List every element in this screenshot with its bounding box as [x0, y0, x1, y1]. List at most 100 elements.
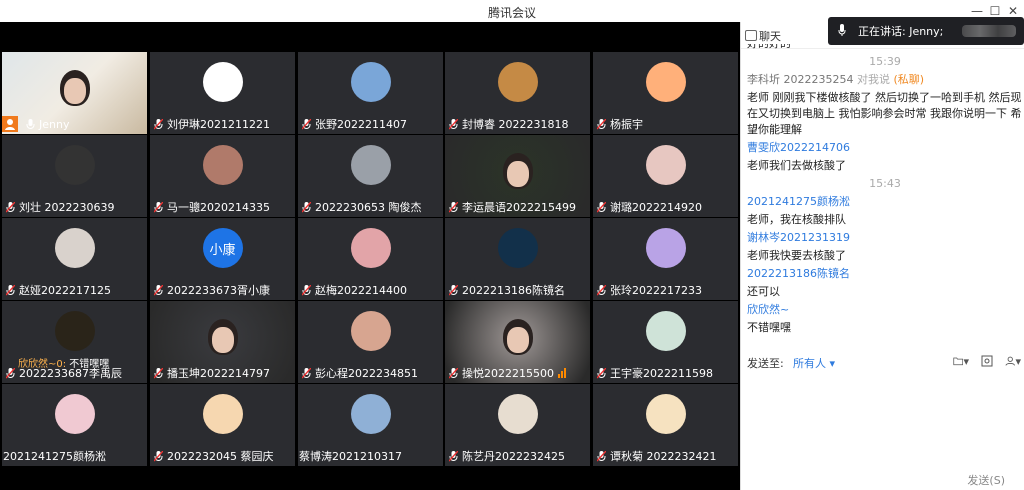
participant-tile[interactable]: 马一骢2020214335 — [150, 135, 295, 217]
recipient-dropdown[interactable]: 所有人 ▾ — [793, 355, 835, 371]
participant-tile[interactable]: 彭心程2022234851 — [298, 301, 443, 383]
participant-name: 王宇豪2022211598 — [610, 367, 713, 380]
participant-avatar — [645, 228, 686, 268]
participant-avatar — [202, 62, 243, 102]
message-sender[interactable]: 2021241275颜杨淞 — [747, 194, 1023, 210]
participant-tile[interactable]: 操悦2022215500 — [445, 301, 590, 383]
message-body: 老师，我在核酸排队 — [747, 212, 1023, 228]
message-body: 不错嘿嘿 — [747, 320, 1023, 336]
participant-tile[interactable]: 封博睿 2022231818 — [445, 52, 590, 134]
participant-namebar: 赵梅2022214400 — [298, 282, 407, 298]
participant-namebar: 播玉坤2022214797 — [150, 365, 270, 381]
microphone-muted-icon — [6, 367, 15, 379]
participant-namebar: 张玲2022217233 — [593, 282, 702, 298]
participant-name: 操悦2022215500 — [462, 367, 554, 380]
participant-avatar — [54, 394, 95, 434]
chat-panel: 聊天 正在讲话: Jenny; 好的好的 15:39 李科圻 2022235254 … — [740, 17, 1024, 490]
microphone-muted-icon — [597, 450, 606, 462]
participant-tile[interactable]: 赵梅2022214400 — [298, 218, 443, 300]
participant-name: 谢璐2022214920 — [610, 201, 702, 214]
participant-name: 2022230653 陶俊杰 — [315, 201, 422, 214]
message-sender[interactable]: 谢林岑2021231319 — [747, 230, 1023, 246]
microphone-icon — [26, 118, 35, 130]
microphone-muted-icon — [154, 201, 163, 213]
participant-namebar: 2022233673胥小康 — [150, 282, 270, 298]
message-text: 老师 刚刚我下楼做核酸了 然后切换了一哈到手机 然后现在又切换到电脑上 我怕影响… — [747, 91, 1022, 136]
send-to-bar: 发送至: 所有人 ▾ ▾ ▾ — [741, 350, 1024, 374]
participant-tile[interactable]: 赵娅2022217125 — [2, 218, 147, 300]
participant-name: 蔡博涛2021210317 — [299, 450, 402, 463]
participant-name: 赵娅2022217125 — [19, 284, 111, 297]
message-text: 好的好的 — [747, 44, 791, 50]
message-list[interactable]: 好的好的 15:39 李科圻 2022235254 对我说 (私聊) 老师 刚刚我下楼… — [747, 44, 1023, 350]
participant-namebar: 谢璐2022214920 — [593, 199, 702, 215]
participant-avatar — [202, 145, 243, 185]
sender-name[interactable]: 2022213186陈镜名 — [747, 267, 850, 280]
microphone-muted-icon — [597, 118, 606, 130]
participant-avatar — [497, 62, 538, 102]
participant-tile[interactable]: 陈艺丹2022232425 — [445, 384, 590, 466]
message-sender[interactable]: 曹雯欣2022214706 — [747, 140, 1023, 156]
participant-tile[interactable]: 王宇豪2022211598 — [593, 301, 738, 383]
message-body: 老师 刚刚我下楼做核酸了 然后切换了一哈到手机 然后现在又切换到电脑上 我怕影响… — [747, 90, 1023, 138]
message-timestamp: 15:39 — [747, 54, 1023, 70]
participant-tile[interactable]: 李运晨语2022215499 — [445, 135, 590, 217]
participant-tile[interactable]: 杨振宇 — [593, 52, 738, 134]
message-sender[interactable]: 欣欣然~ — [747, 302, 1023, 318]
participant-avatar — [645, 145, 686, 185]
participant-tile[interactable]: 播玉坤2022214797 — [150, 301, 295, 383]
participant-tile[interactable]: 欣欣然~0: 不错嘿嘿 2022233687李禹辰 — [2, 301, 147, 383]
sender-name[interactable]: 曹雯欣2022214706 — [747, 141, 850, 154]
person-face — [211, 327, 234, 353]
microphone-muted-icon — [597, 284, 606, 296]
participant-name: 马一骢2020214335 — [167, 201, 270, 214]
sender-name[interactable]: 2021241275颜杨淞 — [747, 195, 850, 208]
screenshot-icon[interactable] — [979, 354, 995, 368]
participant-name: 2022232045 蔡园庆 — [167, 450, 274, 463]
participant-name: 2022213186陈镜名 — [462, 284, 565, 297]
speaking-text: 正在讲话: Jenny; — [858, 25, 944, 38]
timestamp-text: 15:39 — [869, 55, 901, 68]
sender-name[interactable]: 谢林岑2021231319 — [747, 231, 850, 244]
participant-tile[interactable]: 小康 2022233673胥小康 — [150, 218, 295, 300]
participant-tile[interactable]: 张野2022211407 — [298, 52, 443, 134]
microphone-muted-icon — [6, 201, 15, 213]
participant-grid: Jenny 刘伊琳2021211221 张野2022211407 封博睿 202223… — [2, 52, 738, 487]
participant-namebar: 刘壮 2022230639 — [2, 199, 114, 215]
participant-tile[interactable]: Jenny — [2, 52, 147, 134]
person-face — [506, 161, 529, 187]
participant-tile[interactable]: 蔡博涛2021210317 — [298, 384, 443, 466]
participant-tile[interactable]: 谢璐2022214920 — [593, 135, 738, 217]
person-face — [506, 327, 529, 353]
participant-name: 杨振宇 — [610, 118, 643, 131]
chat-title: 聊天 — [759, 30, 781, 43]
chat-input[interactable]: 发送(S) — [741, 374, 1024, 490]
participant-namebar: 2022213186陈镜名 — [445, 282, 565, 298]
participant-tile[interactable]: 2022213186陈镜名 — [445, 218, 590, 300]
send-button[interactable]: 发送(S) — [967, 472, 1005, 488]
message-body: 好的好的 — [747, 44, 1023, 52]
participant-tile[interactable]: 刘壮 2022230639 — [2, 135, 147, 217]
microphone-muted-icon — [449, 201, 458, 213]
participant-tile[interactable]: 张玲2022217233 — [593, 218, 738, 300]
folder-icon[interactable]: ▾ — [953, 354, 969, 368]
participant-namebar: 封博睿 2022231818 — [445, 116, 568, 132]
participant-tile[interactable]: 2022230653 陶俊杰 — [298, 135, 443, 217]
user-settings-icon[interactable]: ▾ — [1005, 354, 1021, 368]
signal-strength-icon — [558, 368, 566, 378]
microphone-muted-icon — [154, 450, 163, 462]
message-text: 老师，我在核酸排队 — [747, 213, 846, 226]
participant-namebar: 彭心程2022234851 — [298, 365, 418, 381]
microphone-muted-icon — [154, 118, 163, 130]
sender-name[interactable]: 李科圻 2022235254 — [747, 73, 853, 86]
participant-tile[interactable]: 刘伊琳2021211221 — [150, 52, 295, 134]
participant-tile[interactable]: 2022232045 蔡园庆 — [150, 384, 295, 466]
participant-avatar — [497, 394, 538, 434]
participant-namebar: 操悦2022215500 — [445, 365, 566, 381]
participant-tile[interactable]: 谭秋菊 2022232421 — [593, 384, 738, 466]
participant-tile[interactable]: 2021241275颜杨淞 — [2, 384, 147, 466]
microphone-muted-icon — [302, 284, 311, 296]
sender-name[interactable]: 欣欣然~ — [747, 303, 789, 316]
participant-avatar — [645, 62, 686, 102]
message-sender[interactable]: 2022213186陈镜名 — [747, 266, 1023, 282]
